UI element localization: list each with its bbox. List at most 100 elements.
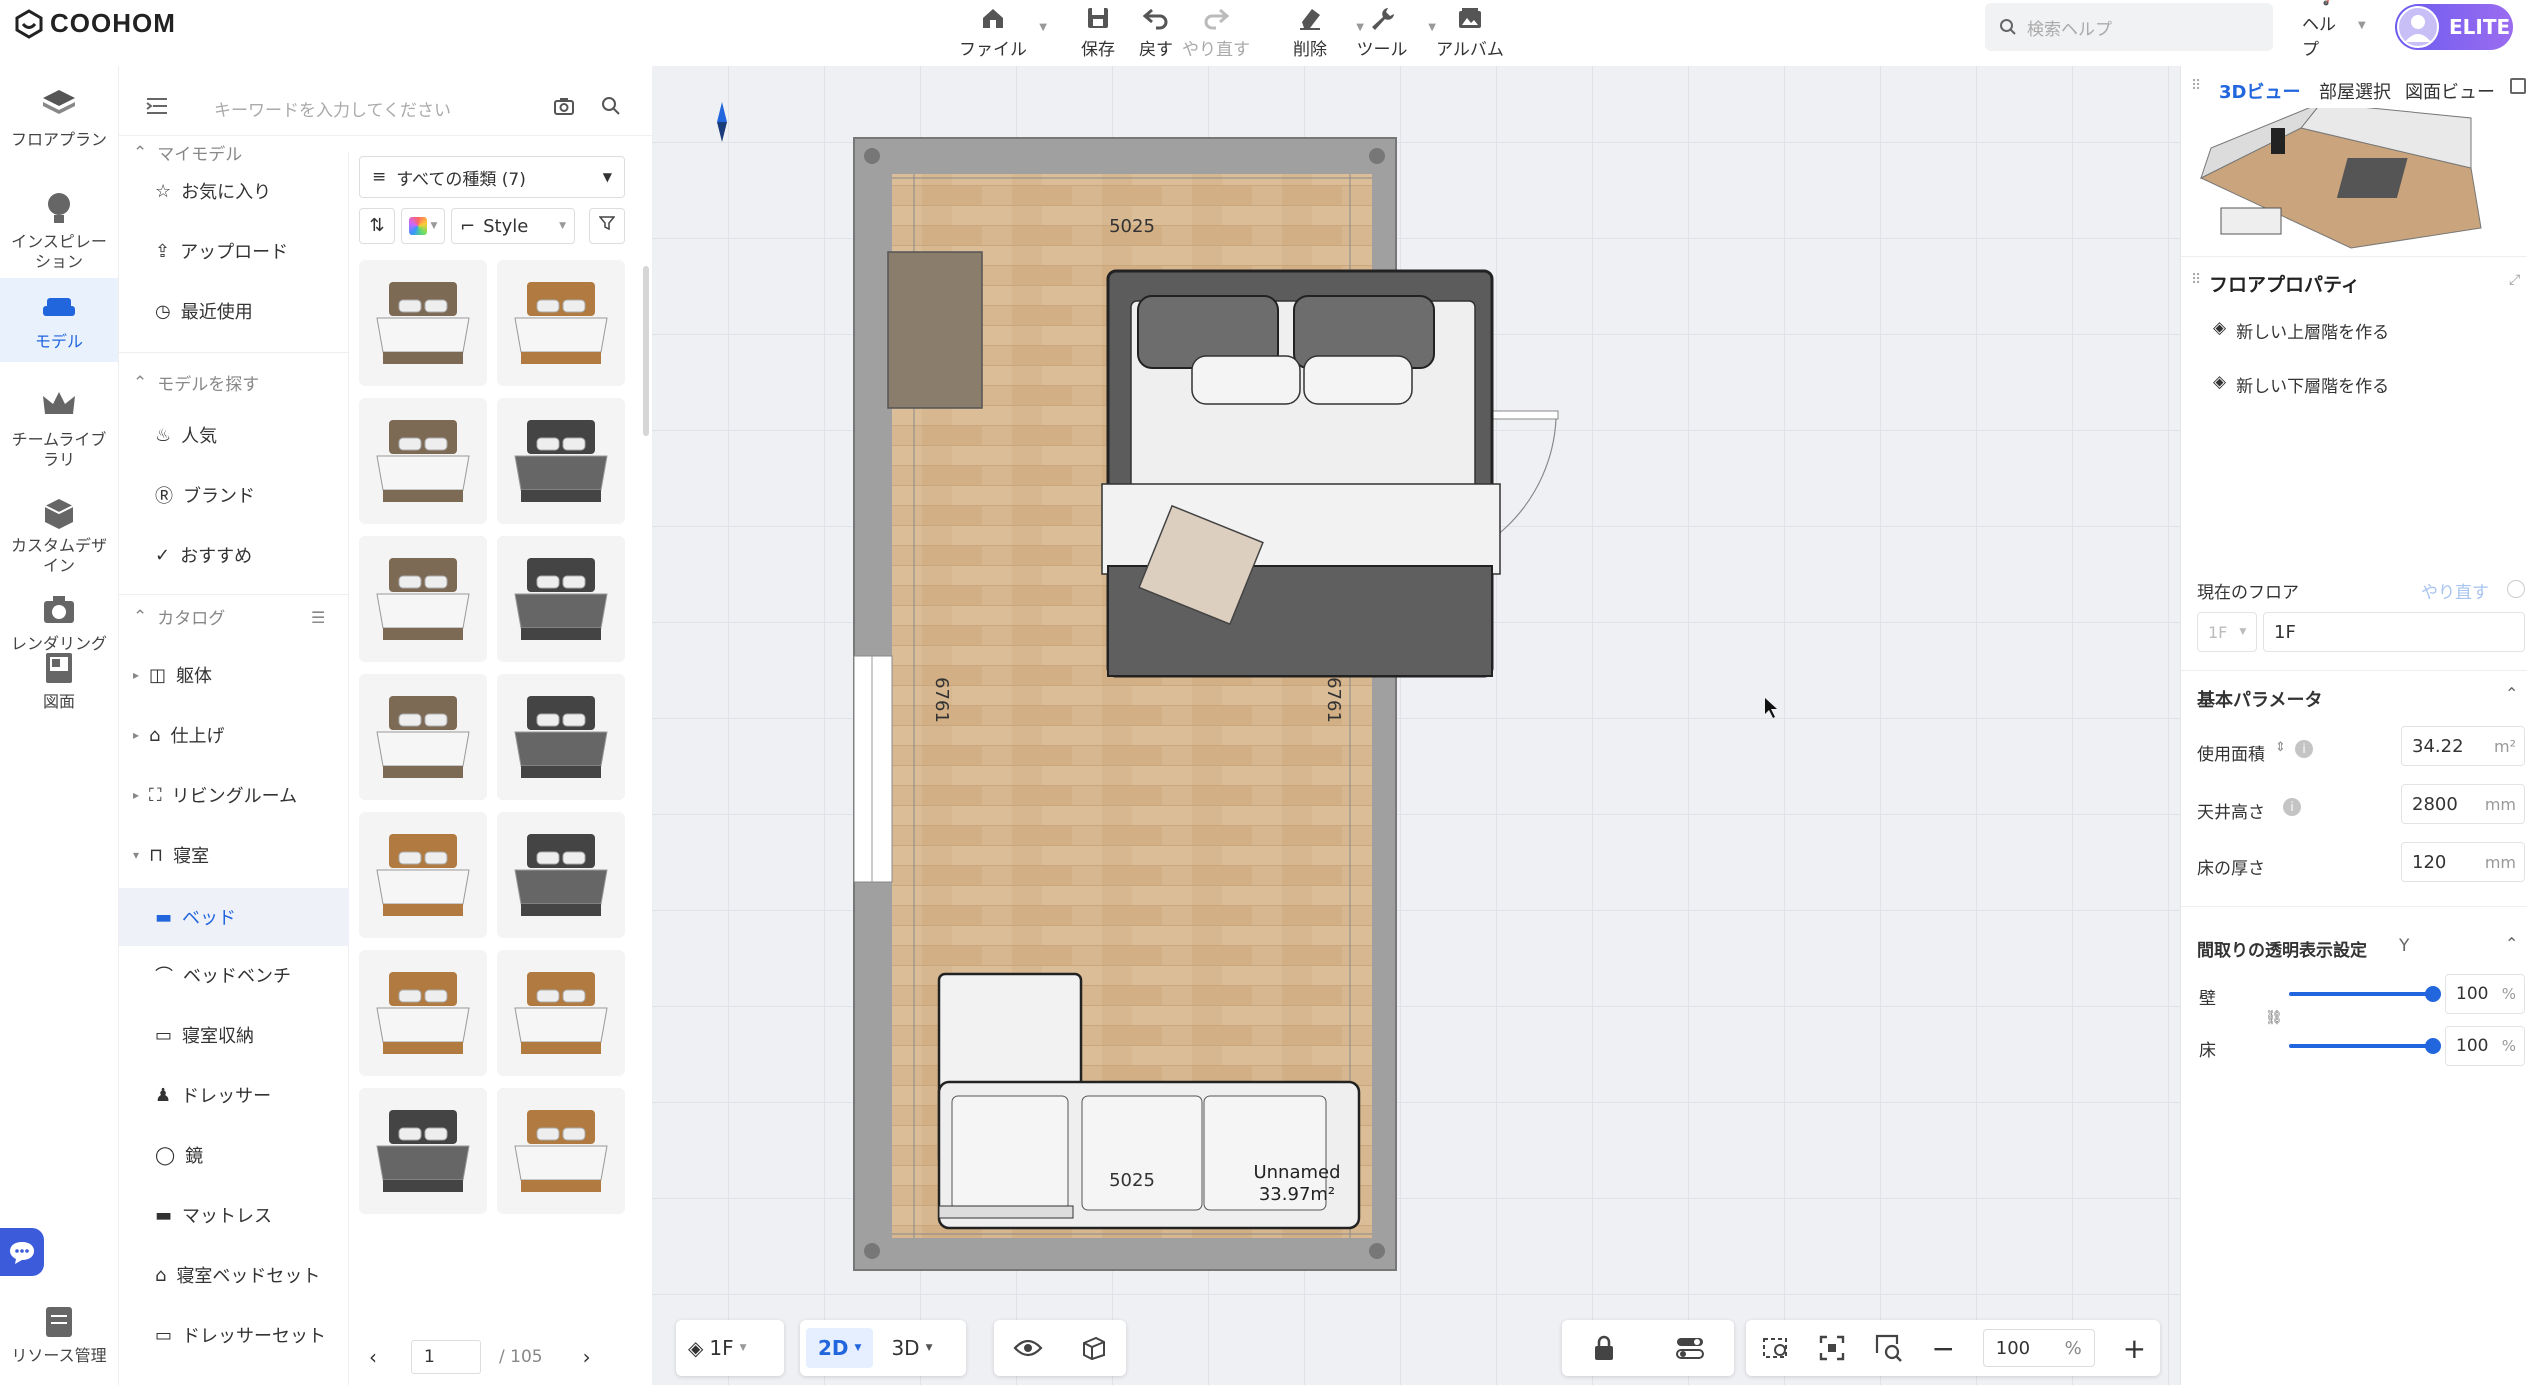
delete-button[interactable]: 削除 ▼: [1270, 0, 1364, 60]
search-icon[interactable]: [601, 96, 621, 116]
3d-preview-thumbnail[interactable]: [2181, 108, 2527, 254]
zoom-in-button[interactable]: +: [2123, 1332, 2146, 1365]
rail-item-resource[interactable]: リソース管理: [0, 1292, 118, 1376]
catalog-item-1[interactable]: ▸ ⌂ 仕上げ: [133, 722, 224, 748]
bedroom-item-2[interactable]: ▭ 寝室収納: [155, 1022, 254, 1048]
advanced-filter-button[interactable]: [589, 208, 625, 244]
catalog-header[interactable]: ⌃ カタログ: [133, 604, 225, 630]
model-thumbnail[interactable]: [359, 1088, 487, 1214]
model-thumbnail[interactable]: [359, 812, 487, 938]
tab-room-select[interactable]: 部屋選択: [2319, 78, 2391, 104]
wall-slider-thumb[interactable]: [2425, 986, 2441, 1002]
chevron-up-icon[interactable]: ⌃: [2505, 684, 2518, 703]
model-thumbnail[interactable]: [497, 398, 625, 524]
design-canvas[interactable]: 5025 5025 6761 6761 Unnamed 33.97m²: [652, 66, 2180, 1385]
bedroom-item-7[interactable]: ▭ ドレッサーセット: [155, 1322, 326, 1348]
model-thumbnail[interactable]: [497, 950, 625, 1076]
upload-item[interactable]: ⇪ アップロード: [155, 238, 288, 264]
brand-item[interactable]: Ⓡ ブランド: [155, 482, 255, 508]
find-models-header[interactable]: ⌃ モデルを探す: [133, 370, 259, 396]
album-button[interactable]: アルバム: [1430, 0, 1510, 60]
bedroom-item-0[interactable]: ▬ ベッド: [119, 888, 349, 946]
floor-plan-svg[interactable]: 5025 5025 6761 6761 Unnamed 33.97m²: [652, 66, 2180, 1385]
grid-scrollbar[interactable]: [643, 266, 649, 436]
prev-page-icon[interactable]: ‹: [369, 1345, 377, 1369]
lock-icon[interactable]: [1592, 1334, 1616, 1362]
wall-transparency-input[interactable]: 100%: [2445, 974, 2525, 1014]
zoom-out-button[interactable]: −: [1931, 1332, 1954, 1365]
rail-item-custom-design[interactable]: カスタムデザイン: [0, 482, 118, 586]
fit-screen-icon[interactable]: [1818, 1334, 1846, 1362]
redo-button[interactable]: やり直す: [1176, 0, 1256, 60]
avatar[interactable]: [2397, 6, 2439, 48]
help-search-input[interactable]: 検索ヘルプ: [1985, 3, 2273, 51]
type-filter-select[interactable]: ≡ すべての種類 (7) ▼: [359, 156, 625, 198]
model-thumbnail[interactable]: [359, 398, 487, 524]
usable-area-input[interactable]: 34.22 m²: [2401, 726, 2525, 766]
floor-switcher[interactable]: ◈ 1F ▼: [676, 1320, 784, 1376]
cube-icon[interactable]: [1080, 1335, 1108, 1361]
zoom-input[interactable]: 100%: [1982, 1329, 2095, 1367]
eye-icon[interactable]: [1012, 1337, 1043, 1359]
rail-item-team-library[interactable]: チームライブラリ: [0, 376, 118, 480]
rail-item-model[interactable]: モデル: [0, 278, 118, 362]
bedroom-item-5[interactable]: ▬ マットレス: [155, 1202, 272, 1228]
recent-item[interactable]: ◷ 最近使用: [155, 298, 253, 324]
drag-handle-icon[interactable]: ⠿: [2191, 272, 2201, 288]
new-lower-floor-button[interactable]: ◈ 新しい下層階を作る: [2213, 372, 2389, 397]
wall-slider-track[interactable]: [2289, 992, 2437, 996]
toggle-settings-icon[interactable]: [1675, 1335, 1705, 1361]
zoom-area-icon[interactable]: [1874, 1333, 1904, 1363]
bedroom-item-6[interactable]: ⌂ 寝室ベッドセット: [155, 1262, 320, 1288]
tab-3d-view[interactable]: 3Dビュー: [2219, 78, 2300, 104]
panel-toggle-icon[interactable]: [2510, 78, 2526, 94]
my-models-header[interactable]: ⌃ マイモデル: [133, 140, 242, 166]
app-logo[interactable]: COOHOM: [14, 8, 176, 39]
model-thumbnail[interactable]: [359, 674, 487, 800]
chat-button[interactable]: [0, 1228, 44, 1276]
floor-slider-thumb[interactable]: [2425, 1038, 2441, 1054]
sort-button[interactable]: ⇅: [359, 208, 395, 244]
model-thumbnail[interactable]: [497, 536, 625, 662]
color-filter-button[interactable]: ▼: [401, 208, 445, 244]
new-upper-floor-button[interactable]: ◈ 新しい上層階を作る: [2213, 318, 2389, 343]
floor-slider-track[interactable]: [2289, 1044, 2437, 1048]
model-search-input[interactable]: キーワードを入力してください: [214, 96, 451, 121]
model-thumbnail[interactable]: [497, 812, 625, 938]
tools-button[interactable]: ツール ▼: [1342, 0, 1436, 60]
model-thumbnail[interactable]: [497, 674, 625, 800]
camera-search-icon[interactable]: [553, 96, 575, 116]
model-thumbnail[interactable]: [497, 260, 625, 386]
rail-item-drawing[interactable]: 図面: [0, 638, 118, 722]
mode-3d-button[interactable]: 3D ▼: [879, 1328, 944, 1368]
rail-item-inspiration[interactable]: インスピレーション: [0, 178, 118, 282]
help-button[interactable]: ? ヘルプ: [2302, 0, 2350, 60]
sort-toggle-icon[interactable]: ⇕: [2275, 740, 2286, 755]
collapse-panel-icon[interactable]: [145, 96, 169, 116]
floor-name-input[interactable]: 1F: [2263, 612, 2525, 652]
catalog-settings-icon[interactable]: ☰: [311, 608, 325, 627]
floor-transparency-input[interactable]: 100%: [2445, 1026, 2525, 1066]
model-thumbnail[interactable]: [359, 536, 487, 662]
catalog-item-2[interactable]: ▸ ⛶ リビングルーム: [133, 782, 297, 808]
model-thumbnail[interactable]: [497, 1088, 625, 1214]
next-page-icon[interactable]: ›: [583, 1345, 591, 1369]
favorites-item[interactable]: ☆ お気に入り: [155, 178, 271, 204]
floor-switcher-button[interactable]: ◈ 1F ▼: [676, 1328, 759, 1368]
drag-handle-icon[interactable]: ⠿: [2191, 78, 2201, 94]
ceiling-height-input[interactable]: 2800 mm: [2401, 784, 2525, 824]
file-button[interactable]: ファイル ▼: [953, 0, 1047, 60]
recommended-item[interactable]: ✓ おすすめ: [155, 542, 252, 568]
link-icon[interactable]: ⛓: [2265, 1010, 2283, 1026]
style-filter-select[interactable]: ⌐ Style ▼: [451, 208, 575, 244]
expand-icon[interactable]: ⤢: [2509, 272, 2520, 288]
catalog-item-0[interactable]: ▸ ◫ 躯体: [133, 662, 212, 688]
model-thumbnail[interactable]: [359, 950, 487, 1076]
bedroom-item-3[interactable]: ♟ ドレッサー: [155, 1082, 271, 1108]
bedroom-item-1[interactable]: ⌒ ベッドベンチ: [155, 962, 291, 988]
floor-thickness-input[interactable]: 120 mm: [2401, 842, 2525, 882]
chevron-up-icon[interactable]: ⌃: [2505, 934, 2518, 953]
tab-drawing-view[interactable]: 図面ビュー: [2405, 78, 2495, 104]
page-input[interactable]: 1: [411, 1340, 481, 1374]
catalog-item-3[interactable]: ▾ ⊓ 寝室: [133, 842, 209, 868]
